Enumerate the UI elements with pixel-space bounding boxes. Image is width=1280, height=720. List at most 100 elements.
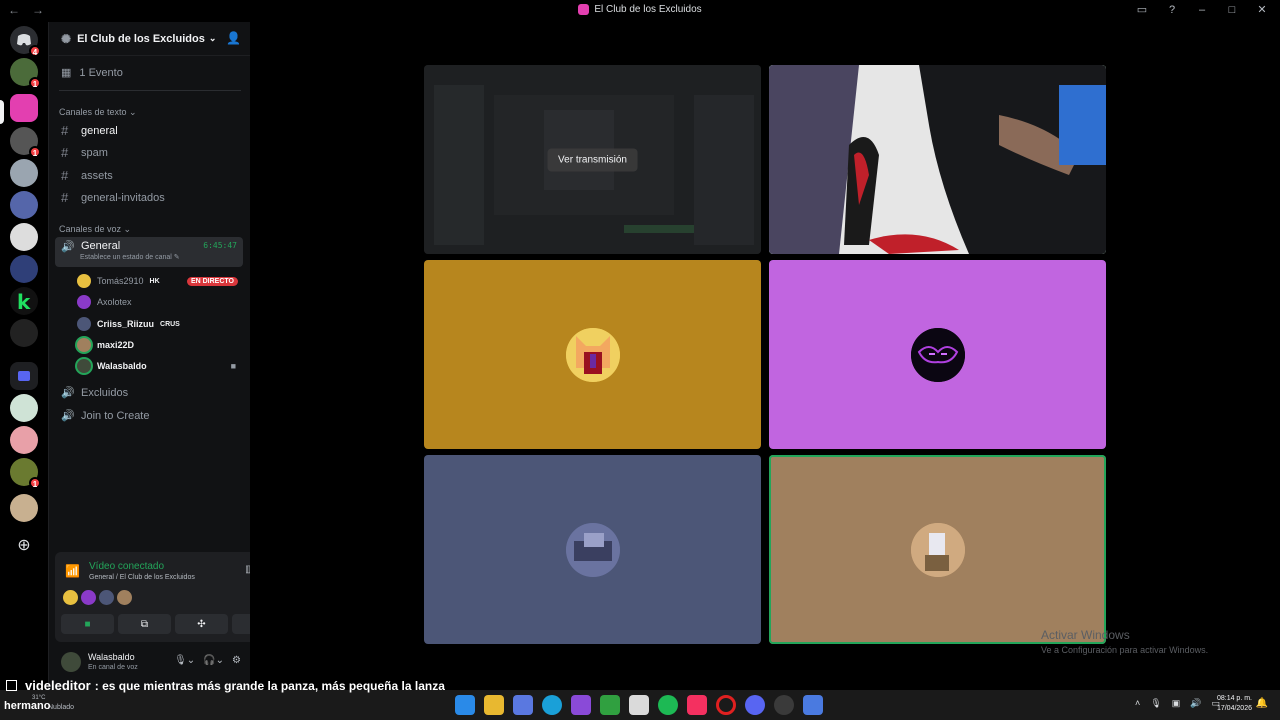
help-icon[interactable]: ? xyxy=(1164,4,1180,16)
channel-sidebar: ✺ El Club de los Excluidos ⌄ 👤 ▦ 1 Event… xyxy=(48,22,293,690)
voice-channel-join-to-create[interactable]: 🔊 Join to Create xyxy=(55,405,243,426)
avatar xyxy=(910,327,965,382)
minimize-icon[interactable]: – xyxy=(1194,4,1210,16)
server-icon-3[interactable] xyxy=(10,159,38,187)
server-icon-10[interactable] xyxy=(10,426,38,454)
copilot-icon[interactable] xyxy=(513,695,533,715)
voice-user-criiss[interactable]: Criiss_Riizuu CRUS xyxy=(77,315,242,333)
server-icon-4[interactable] xyxy=(10,191,38,219)
home-icon[interactable]: 4 xyxy=(10,26,41,57)
camera-button[interactable]: ■ xyxy=(61,614,114,634)
channel-spam[interactable]: # spam xyxy=(55,142,243,163)
invite-icon[interactable]: 👤 xyxy=(226,31,241,45)
notification-icon[interactable]: 🔔 xyxy=(1256,698,1268,709)
spotify-icon[interactable] xyxy=(658,695,678,715)
server-icon-9[interactable] xyxy=(10,394,38,422)
server-icon-excluidos[interactable] xyxy=(10,94,38,122)
discord-icon[interactable] xyxy=(745,695,765,715)
app-icon[interactable] xyxy=(774,695,794,715)
avatar[interactable] xyxy=(81,590,96,605)
connection-subtitle[interactable]: General / El Club de los Excluidos xyxy=(89,574,195,581)
username[interactable]: Walasbaldo xyxy=(88,652,135,662)
store-icon[interactable] xyxy=(629,695,649,715)
teams-icon[interactable] xyxy=(571,695,591,715)
voice-category[interactable]: Canales de voz ⌄ xyxy=(59,224,131,235)
participant-tile[interactable] xyxy=(424,260,761,449)
avatar[interactable] xyxy=(117,590,132,605)
clock[interactable]: 08:14 p. m. 17/04/2026 xyxy=(1217,694,1252,714)
server-icon xyxy=(578,4,590,15)
minecraft-icon[interactable] xyxy=(600,695,620,715)
voice-user-maxi[interactable]: maxi22D xyxy=(77,336,242,354)
microphone-icon[interactable]: 🎙 xyxy=(1150,698,1161,709)
file-explorer-icon[interactable] xyxy=(484,695,504,715)
server-icon-8[interactable] xyxy=(10,319,38,347)
voice-user-walasbaldo[interactable]: Walasbaldo ■ xyxy=(77,357,242,375)
user-status: En canal de voz xyxy=(88,664,138,671)
avatar[interactable] xyxy=(61,652,81,672)
server-icon-2[interactable]: 1 xyxy=(10,127,41,158)
app-icon-2[interactable] xyxy=(803,695,823,715)
headphones-icon[interactable]: 🎧⌄ xyxy=(203,655,224,666)
text-category[interactable]: Canales de texto ⌄ xyxy=(59,107,137,118)
server-icon-12[interactable] xyxy=(10,494,38,522)
participant-tile[interactable] xyxy=(424,455,761,644)
hash-icon: # xyxy=(61,123,69,138)
microphone-icon[interactable]: 🎙⌄ xyxy=(174,655,195,666)
voice-user-tomas[interactable]: Tomás2910 HK EN DIRECTO xyxy=(77,272,242,290)
volume-icon[interactable]: 🔊 xyxy=(1190,698,1201,709)
server-icon-1[interactable]: 1 xyxy=(10,58,41,89)
channel-general-invitados[interactable]: # general-invitados xyxy=(55,187,243,208)
speaker-icon: 🔊 xyxy=(61,410,75,422)
screen-share-button[interactable]: ⧉ xyxy=(118,614,171,634)
avatar[interactable] xyxy=(63,590,78,605)
activities-button[interactable]: ✣ xyxy=(175,614,228,634)
window-title-text: El Club de los Excluidos xyxy=(594,4,702,15)
opera-icon[interactable] xyxy=(716,695,736,715)
add-server-icon[interactable]: ⊕ xyxy=(10,532,38,560)
inbox-icon[interactable]: ▭ xyxy=(1134,3,1150,16)
chevron-up-icon[interactable]: ˄ xyxy=(1135,698,1140,709)
voice-channel-excluidos[interactable]: 🔊 Excluidos xyxy=(55,382,243,403)
folder-icon[interactable] xyxy=(10,362,38,390)
participant-avatars xyxy=(63,590,132,605)
participant-tile[interactable] xyxy=(769,455,1106,644)
chevron-down-icon: ⌄ xyxy=(208,33,217,43)
network-icon[interactable]: ▣ xyxy=(1172,698,1181,709)
hash-icon: # xyxy=(61,190,69,205)
svg-text:k: k xyxy=(17,290,31,314)
channel-status[interactable]: Establece un estado de canal ✎ xyxy=(80,253,180,261)
voice-channel-general[interactable]: 🔊 General 6:45:47 Establece un estado de… xyxy=(55,237,243,267)
server-icon-5[interactable] xyxy=(10,223,38,251)
participant-tile[interactable] xyxy=(769,260,1106,449)
server-header[interactable]: ✺ El Club de los Excluidos ⌄ 👤 xyxy=(49,22,251,56)
music-icon[interactable] xyxy=(687,695,707,715)
avatar[interactable] xyxy=(99,590,114,605)
stream-tile[interactable]: Ver transmisión xyxy=(424,65,761,254)
avatar xyxy=(565,327,620,382)
weather-text[interactable]: Nublado xyxy=(48,704,74,711)
server-icon-7[interactable]: k xyxy=(10,287,38,315)
start-icon[interactable] xyxy=(455,695,475,715)
close-icon[interactable]: ✕ xyxy=(1254,3,1270,16)
channel-general[interactable]: # general xyxy=(55,120,243,141)
gear-icon[interactable]: ⚙ xyxy=(232,655,241,666)
avatar xyxy=(77,274,91,288)
watermark-subtitle: Ve a Configuración para activar Windows. xyxy=(1041,645,1209,655)
server-icon-11[interactable]: 1 xyxy=(10,458,41,489)
hash-icon: # xyxy=(61,168,69,183)
hash-icon: # xyxy=(61,145,69,160)
edge-icon[interactable] xyxy=(542,695,562,715)
channel-assets[interactable]: # assets xyxy=(55,165,243,186)
connection-title[interactable]: Vídeo conectado xyxy=(89,561,164,572)
maximize-icon[interactable]: □ xyxy=(1224,4,1240,16)
video-stage: Ver transmisión xyxy=(250,22,1280,690)
server-icon-6[interactable] xyxy=(10,255,38,283)
events-item[interactable]: ▦ 1 Evento xyxy=(61,66,123,80)
overlay-username-2: hermano xyxy=(4,700,51,712)
camera-feed xyxy=(769,65,1106,254)
watch-stream-button[interactable]: Ver transmisión xyxy=(547,148,638,171)
voice-user-axolotex[interactable]: Axolotex xyxy=(77,293,242,311)
avatar xyxy=(77,295,91,309)
camera-tile[interactable] xyxy=(769,65,1106,254)
